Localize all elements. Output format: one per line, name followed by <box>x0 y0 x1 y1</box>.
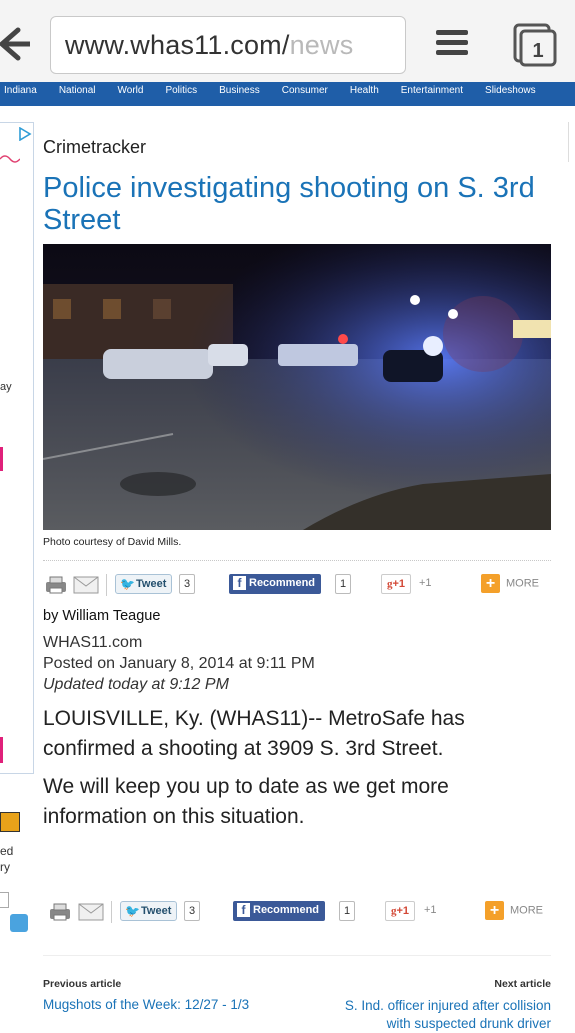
photo-caption: Photo courtesy of David Mills. <box>43 536 182 548</box>
tabs-button[interactable]: 1 <box>512 22 558 68</box>
ad-accent <box>0 737 3 763</box>
gplus-button[interactable]: g+1 <box>385 901 416 921</box>
ad-text-fragment: ay <box>0 381 12 393</box>
url-text-faded: news <box>289 30 354 60</box>
back-arrow-icon[interactable] <box>0 24 30 64</box>
tweet-count: 3 <box>179 574 196 594</box>
tweet-button[interactable]: 🐦 Tweet <box>115 574 173 594</box>
divider <box>43 560 551 561</box>
recommend-count: 1 <box>335 574 352 594</box>
url-bar[interactable]: www.whas11.com/news <box>50 16 406 74</box>
share-bar: 🐦 Tweet 3 f Recommend 1 g+1 +1 + MORE <box>43 901 553 925</box>
side-ad-lower[interactable]: ed ry <box>0 806 34 946</box>
updated-date: Updated today at 9:12 PM <box>43 676 229 693</box>
side-ad[interactable]: ay <box>0 122 34 774</box>
nav-item-business[interactable]: Business <box>219 83 260 99</box>
email-icon[interactable] <box>78 903 104 921</box>
next-article-label: Next article <box>494 978 551 990</box>
email-icon[interactable] <box>73 576 99 594</box>
divider <box>43 955 551 956</box>
nav-item-consumer[interactable]: Consumer <box>282 83 328 99</box>
share-bar: 🐦 Tweet 3 f Recommend 1 g+1 +1 + MORE <box>43 574 553 598</box>
posted-date: Posted on January 8, 2014 at 9:11 PM <box>43 655 315 672</box>
print-icon[interactable] <box>49 903 71 921</box>
ad-text-fragment: ry <box>0 860 10 874</box>
facebook-icon: f <box>237 903 250 917</box>
recommend-count: 1 <box>339 901 356 921</box>
next-article-link[interactable]: S. Ind. officer injured after collision … <box>321 997 551 1033</box>
browser-toolbar: www.whas11.com/news 1 <box>0 0 575 83</box>
ad-logo-icon <box>0 812 20 832</box>
ad-choices-icon[interactable] <box>18 127 32 141</box>
divider <box>106 574 107 596</box>
gplus-count: +1 <box>424 904 437 916</box>
twitter-bird-icon: 🐦 <box>120 577 135 591</box>
print-icon[interactable] <box>45 576 67 594</box>
article-headline: Police investigating shooting on S. 3rd … <box>43 172 535 236</box>
tweet-button[interactable]: 🐦 Tweet <box>120 901 178 921</box>
more-share-button[interactable]: + MORE <box>481 574 539 594</box>
previous-article-link[interactable]: Mugshots of the Week: 12/27 - 1/3 <box>43 997 249 1012</box>
nav-item-entertainment[interactable]: Entertainment <box>401 83 463 99</box>
nav-item-indiana[interactable]: Indiana <box>4 83 37 99</box>
tab-count: 1 <box>532 40 543 62</box>
menu-icon[interactable] <box>436 30 468 60</box>
section-nav: Indiana National World Politics Business Cons… <box>0 82 575 106</box>
search-icon[interactable] <box>10 914 28 932</box>
ad-search-field[interactable] <box>0 892 9 908</box>
paragraph: We will keep you up to date as we get mo… <box>43 775 449 828</box>
right-ad-edge <box>568 122 575 162</box>
twitter-bird-icon: 🐦 <box>125 904 140 918</box>
recommend-button[interactable]: f Recommend <box>229 574 322 594</box>
tweet-count: 3 <box>184 901 201 921</box>
more-share-button[interactable]: + MORE <box>485 901 543 921</box>
gplus-count: +1 <box>419 577 432 589</box>
url-text: www.whas11.com/ <box>65 30 290 60</box>
previous-article-label: Previous article <box>43 978 122 990</box>
nav-item-politics[interactable]: Politics <box>165 83 197 99</box>
plus-icon: + <box>485 901 504 920</box>
ad-text-fragment: ed <box>0 844 14 858</box>
recommend-button[interactable]: f Recommend <box>233 901 326 921</box>
byline: by William Teague <box>43 608 161 624</box>
divider <box>111 901 112 923</box>
nav-item-health[interactable]: Health <box>350 83 379 99</box>
gplus-button[interactable]: g+1 <box>381 574 412 594</box>
nav-item-world[interactable]: World <box>118 83 144 99</box>
ad-accent <box>0 447 3 471</box>
ad-squiggle-icon <box>0 155 20 163</box>
paragraph: LOUISVILLE, Ky. (WHAS11)-- MetroSafe has… <box>43 707 465 760</box>
plus-icon: + <box>481 574 500 593</box>
nav-item-slideshows[interactable]: Slideshows <box>485 83 536 99</box>
section-label[interactable]: Crimetracker <box>43 137 146 158</box>
article-photo[interactable] <box>43 244 551 530</box>
nav-item-national[interactable]: National <box>59 83 96 99</box>
source: WHAS11.com <box>43 634 143 651</box>
facebook-icon: f <box>233 576 246 590</box>
